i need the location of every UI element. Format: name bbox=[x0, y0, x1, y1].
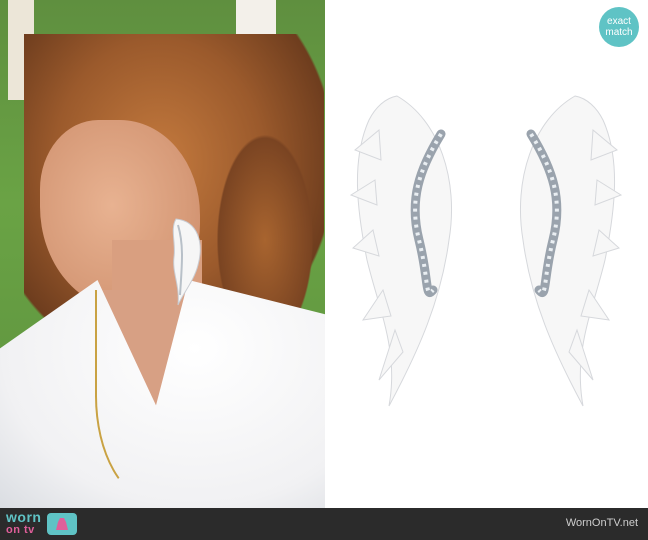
left-wing-earring[interactable] bbox=[349, 90, 459, 410]
brand-bottom: on tv bbox=[6, 524, 35, 536]
gold-necklace bbox=[95, 290, 217, 502]
brand-top: worn bbox=[6, 509, 42, 525]
footer-bar: worn on tv WornOnTV.net bbox=[0, 508, 648, 540]
exact-match-badge: exact match bbox=[599, 7, 639, 47]
product-panel bbox=[325, 0, 648, 508]
badge-line-1: exact bbox=[607, 16, 631, 27]
right-wing-earring[interactable] bbox=[513, 90, 623, 410]
tv-dress-icon bbox=[47, 513, 78, 535]
brand-logo[interactable]: worn on tv bbox=[6, 509, 78, 537]
badge-line-2: match bbox=[605, 27, 633, 38]
site-url[interactable]: WornOnTV.net bbox=[566, 517, 638, 529]
outfit-photo bbox=[0, 0, 325, 508]
brand-wordmark: worn on tv bbox=[6, 509, 42, 537]
worn-wing-earring bbox=[172, 218, 201, 306]
